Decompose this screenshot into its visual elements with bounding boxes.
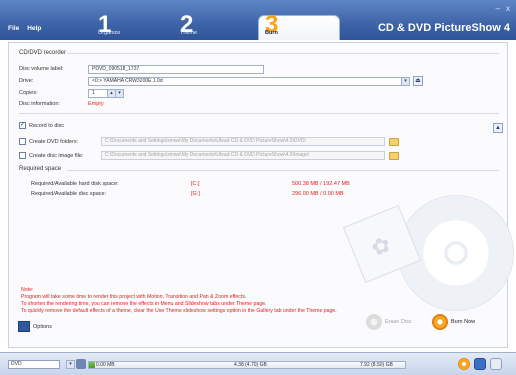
step-organize[interactable]: 1 Organize [92,13,170,40]
status-bar: DVD ▾ 0.00 MB 4.38 (4.70) GB 7.92 (8.50)… [0,352,516,375]
disc-space-label: Required/Available disc space: [31,191,107,197]
create-dvd-folders-checkbox[interactable] [19,138,26,145]
window-controls: – x [496,4,510,13]
burn-disc-icon [432,314,448,330]
note-title: Note: [21,287,34,293]
menu-help[interactable]: Help [27,25,41,32]
drive-select[interactable]: <0:> YAMAHA CRW3200E 1.0d [88,77,408,86]
disc-space-value: 296.00 MB / 0.00 MB [292,191,344,197]
record-to-disc-label: Record to disc [29,123,65,129]
burn-now-label: Burn Now [451,319,476,325]
recorder-section-title: CD/DVD recorder [19,50,67,56]
chevron-down-icon[interactable]: ▾ [66,360,75,369]
image-file-path-input[interactable]: C:\Documents and Settings\xmwe\My Docume… [101,151,385,160]
create-dvd-folders-label: Create DVD folders: [29,139,79,145]
folder-icon[interactable] [389,138,399,146]
step-theme[interactable]: 2 Theme [174,13,252,40]
app-title: CD & DVD PictureShow 4 [377,22,510,34]
burn-icon[interactable] [458,358,470,370]
mid-capacity-text: 4.38 (4.70) GB [234,362,267,368]
dvd-folders-path-input[interactable]: C:\Documents and Settings\xmwe\My Docume… [101,137,385,146]
used-space-text: 0.00 MB [96,362,115,368]
disc-capacity-icon [76,359,86,369]
copies-label: Copies: [19,90,38,96]
divider [67,170,499,171]
note-line: To quickly remove the default effects of… [21,308,337,314]
folder-icon[interactable] [389,152,399,160]
save-icon[interactable] [474,358,486,370]
hard-disk-drive: [C:] [191,181,200,187]
disc-settings-icon[interactable]: ▲ [493,123,503,133]
stepper-down-icon[interactable]: ▾ [115,89,124,98]
options-label: Options [33,323,52,330]
step-label: Theme [180,30,198,36]
flower-icon: ✿ [367,231,395,262]
disc-info-value: Empty [88,101,104,107]
title-bar: File Help – x 1 Organize 2 Theme 3 Burn … [0,0,516,40]
step-label: Organize [98,30,121,36]
disc-drive: [G:] [191,191,200,197]
erase-disc-icon [366,314,382,330]
divider [19,113,499,114]
volume-label-label: Disc volume label: [19,66,64,72]
menu-bar: File Help [8,25,41,32]
disc-type-select[interactable]: DVD [8,360,60,369]
note-line: Program will take some time to render th… [21,294,247,300]
drive-label: Drive: [19,78,34,84]
close-button[interactable]: x [506,4,510,13]
divider [67,53,499,54]
note-line: To shorten the rendering time, you can r… [21,301,267,307]
hard-disk-space-value: 500.38 MB / 192.47 MB [292,181,350,187]
copies-input[interactable]: 1 [88,89,108,98]
volume-label-input[interactable]: PDVD_090518_1737 [88,65,264,74]
burn-now-button[interactable]: Burn Now [432,314,475,330]
options-button[interactable]: Options [18,321,52,332]
options-icon [18,321,30,332]
step-burn[interactable]: 3 Burn [258,13,340,40]
capacity-fill [89,362,96,368]
menu-file[interactable]: File [8,25,19,32]
hard-disk-space-label: Required/Available hard disk space: [31,181,119,187]
record-to-disc-checkbox[interactable]: ✓ [19,122,26,129]
step-label: Burn [265,30,278,36]
print-icon[interactable] [490,358,502,370]
create-image-file-checkbox[interactable] [19,152,26,159]
chevron-down-icon[interactable]: ▾ [401,77,410,86]
erase-disc-label: Erase Disc [385,319,412,325]
create-image-file-label: Create disc image file: [29,153,84,159]
required-space-title: Required space [19,166,62,172]
minimize-button[interactable]: – [496,4,500,13]
eject-icon[interactable]: ⏏ [413,76,423,86]
max-capacity-text: 7.92 (8.50) GB [360,362,393,368]
disc-info-label: Disc information: [19,101,60,107]
erase-disc-button[interactable]: Erase Disc [366,314,412,330]
